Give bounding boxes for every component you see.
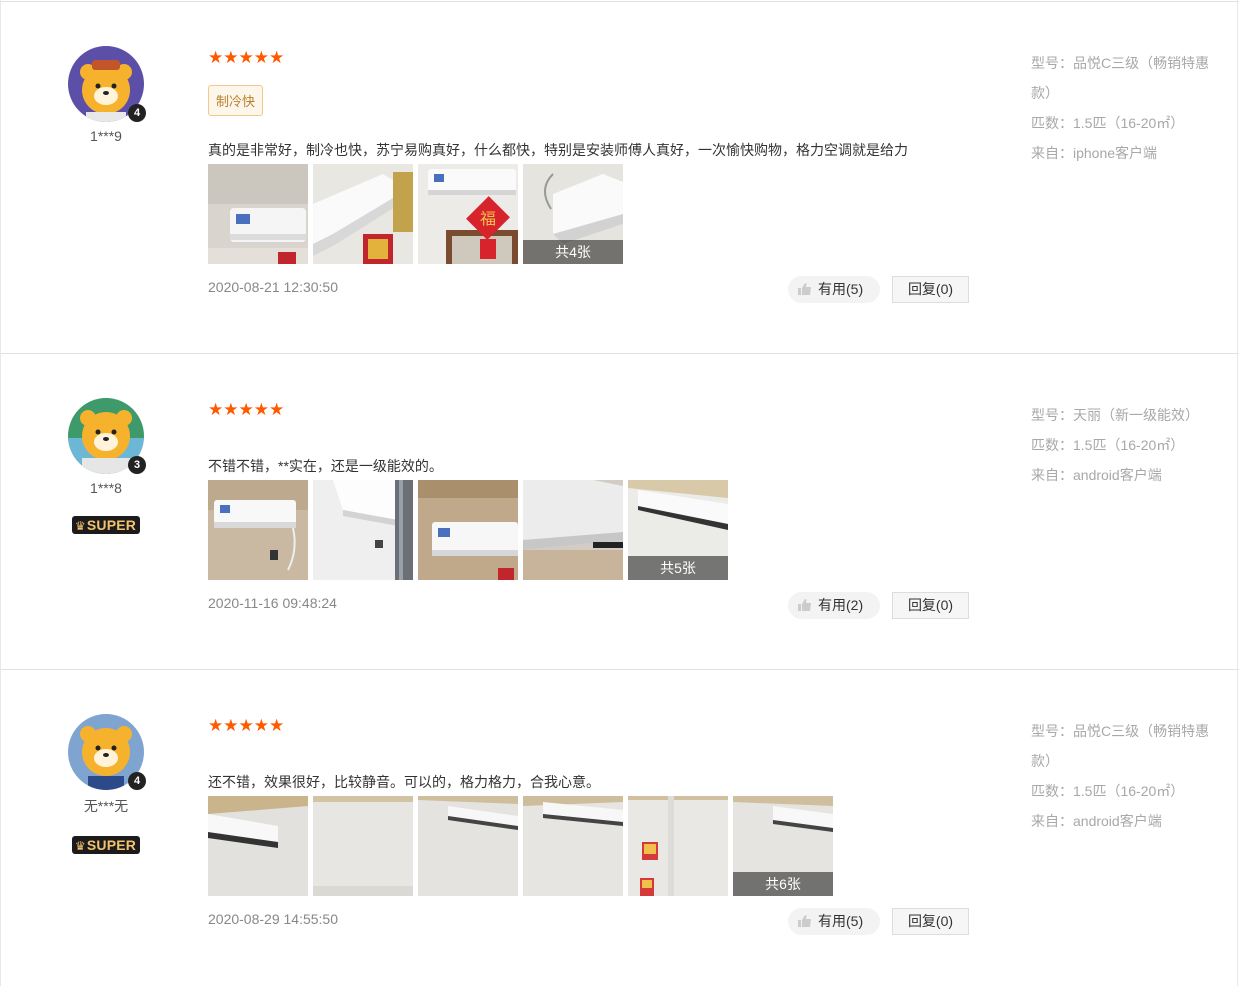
star-rating: ★★★★★	[208, 400, 285, 419]
username: 1***9	[90, 128, 122, 144]
super-label: SUPER	[86, 837, 137, 853]
review-tag[interactable]: 制冷快	[208, 85, 264, 116]
level-badge-icon: 3	[128, 456, 146, 474]
review-item: 4 无***无 ♛SUPER ★★★★★ 还不错，效果很好，比较静音。可以的，格…	[1, 669, 1239, 985]
thumb-up-icon	[798, 283, 811, 295]
power-info: 匹数：1.5匹（16-20㎡）	[1031, 115, 1185, 131]
level-badge-icon: 4	[128, 772, 146, 790]
star-rating: ★★★★★	[208, 48, 285, 67]
thumb-up-icon	[798, 915, 811, 927]
model-info: 型号：天丽（新一级能效）	[1031, 407, 1199, 423]
source-info: 来自：android客户端	[1031, 467, 1162, 483]
crown-icon: ♛	[74, 839, 86, 853]
useful-label: 有用(2)	[818, 597, 864, 613]
review-photo[interactable]	[313, 164, 413, 264]
product-meta: 型号：品悦C三级（畅销特惠 款） 匹数：1.5匹（16-20㎡） 来自：ipho…	[1031, 48, 1231, 168]
review-photo[interactable]	[208, 796, 308, 896]
reply-button[interactable]: 回复(0)	[892, 276, 969, 303]
review-photo[interactable]	[208, 164, 308, 264]
model-info: 型号：品悦C三级（畅销特惠	[1031, 55, 1210, 71]
review-photo[interactable]	[313, 480, 413, 580]
review-time: 2020-11-16 09:48:24	[208, 595, 337, 611]
crown-icon: ♛	[74, 519, 86, 533]
review-time: 2020-08-21 12:30:50	[208, 279, 338, 295]
product-meta: 型号：天丽（新一级能效） 匹数：1.5匹（16-20㎡） 来自：android客…	[1031, 400, 1231, 490]
review-photo[interactable]	[523, 796, 623, 896]
review-time: 2020-08-29 14:55:50	[208, 911, 338, 927]
review-content: 真的是非常好，制冷也快，苏宁易购真好，什么都快，特别是安装师傅人真好，一次愉快购…	[208, 142, 908, 158]
review-photo[interactable]: 共6张	[733, 796, 833, 896]
review-photo[interactable]	[523, 480, 623, 580]
super-member-badge: ♛SUPER	[71, 516, 141, 534]
avatar[interactable]: 4	[68, 46, 146, 122]
user-info: 4 无***无 ♛SUPER	[63, 714, 149, 855]
photo-count: 共6张	[733, 872, 833, 896]
review-item: 4 1***9 ★★★★★ 制冷快 真的是非常好，制冷也快，苏宁易购真好，什么都…	[1, 1, 1239, 317]
super-member-badge: ♛SUPER	[71, 836, 141, 854]
review-photo[interactable]	[208, 480, 308, 580]
avatar[interactable]: 3	[68, 398, 146, 474]
user-info: 3 1***8 ♛SUPER	[63, 398, 149, 535]
model-info: 型号：品悦C三级（畅销特惠	[1031, 723, 1210, 739]
review-photo[interactable]	[418, 796, 518, 896]
review-photo[interactable]: 共4张	[523, 164, 623, 264]
source-info: 来自：android客户端	[1031, 813, 1162, 829]
thumb-up-icon	[798, 599, 811, 611]
avatar[interactable]: 4	[68, 714, 146, 790]
useful-button[interactable]: 有用(2)	[788, 592, 880, 619]
useful-label: 有用(5)	[818, 913, 864, 929]
reply-button[interactable]: 回复(0)	[892, 908, 969, 935]
review-item: 3 1***8 ♛SUPER ★★★★★ 不错不错，**实在，还是一级能效的。 …	[1, 353, 1239, 669]
model-info-cont: 款）	[1031, 85, 1059, 101]
reply-button[interactable]: 回复(0)	[892, 592, 969, 619]
review-photo[interactable]	[628, 796, 728, 896]
useful-button[interactable]: 有用(5)	[788, 908, 880, 935]
photo-count: 共5张	[628, 556, 728, 580]
review-content: 不错不错，**实在，还是一级能效的。	[208, 458, 443, 474]
username: 1***8	[90, 480, 122, 496]
source-info: 来自：iphone客户端	[1031, 145, 1158, 161]
power-info: 匹数：1.5匹（16-20㎡）	[1031, 437, 1185, 453]
review-photo[interactable]	[418, 480, 518, 580]
review-photo[interactable]: 福	[418, 164, 518, 264]
useful-label: 有用(5)	[818, 281, 864, 297]
useful-button[interactable]: 有用(5)	[788, 276, 880, 303]
review-list: 4 1***9 ★★★★★ 制冷快 真的是非常好，制冷也快，苏宁易购真好，什么都…	[0, 0, 1239, 986]
svg-text:福: 福	[480, 209, 496, 228]
username: 无***无	[83, 798, 129, 814]
photo-count: 共4张	[523, 240, 623, 264]
super-label: SUPER	[86, 517, 137, 533]
product-meta: 型号：品悦C三级（畅销特惠 款） 匹数：1.5匹（16-20㎡） 来自：andr…	[1031, 716, 1231, 836]
review-content: 还不错，效果很好，比较静音。可以的，格力格力，合我心意。	[208, 774, 600, 790]
review-photo[interactable]	[313, 796, 413, 896]
power-info: 匹数：1.5匹（16-20㎡）	[1031, 783, 1185, 799]
user-info: 4 1***9	[63, 46, 149, 144]
review-photo[interactable]: 共5张	[628, 480, 728, 580]
model-info-cont: 款）	[1031, 753, 1059, 769]
level-badge-icon: 4	[128, 104, 146, 122]
star-rating: ★★★★★	[208, 716, 285, 735]
